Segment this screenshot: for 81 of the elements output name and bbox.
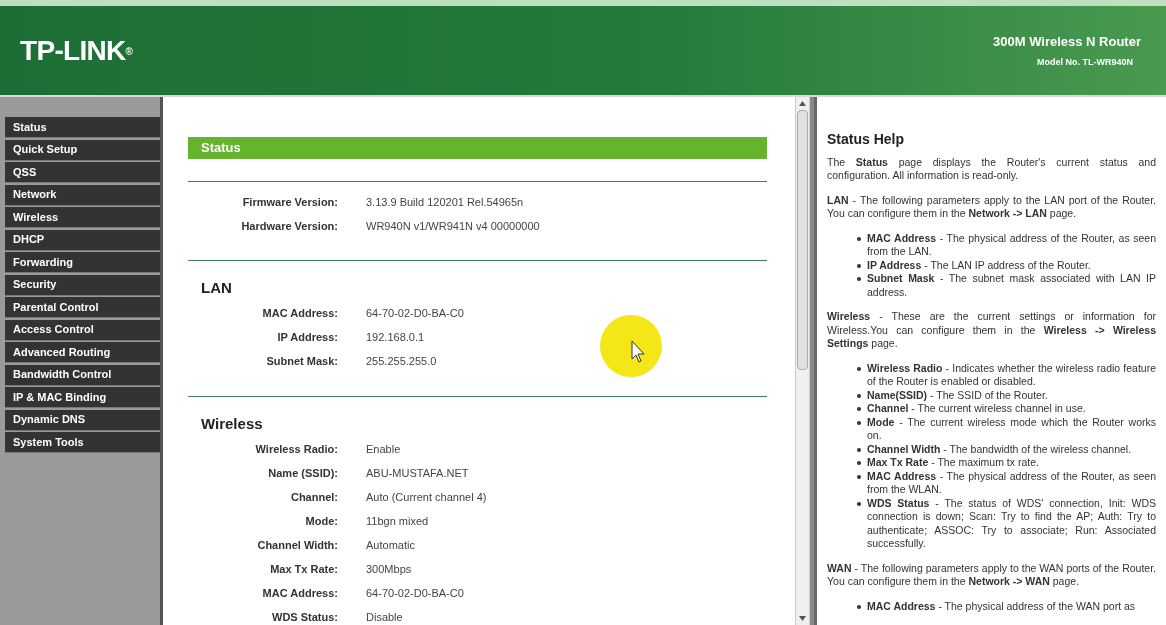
- bullet-icon: [857, 277, 861, 281]
- field-value: 255.255.255.0: [366, 354, 437, 370]
- sidebar-item[interactable]: Network: [5, 184, 160, 206]
- field-label: IP Address:: [276, 330, 338, 346]
- field-value: 300Mbps: [366, 561, 412, 577]
- field-value: Automatic: [366, 537, 415, 553]
- scroll-thumb[interactable]: [797, 110, 808, 370]
- field-value: 64-70-02-D0-BA-C0: [366, 306, 464, 322]
- field-value: Disable: [366, 609, 403, 625]
- sidebar-item[interactable]: Parental Control: [5, 297, 160, 318]
- field-value: Enable: [366, 441, 401, 457]
- sidebar-item[interactable]: System Tools: [5, 432, 160, 453]
- help-list-item: MAC Address - The physical address of the Router, as seen from the LAN.: [867, 231, 1156, 259]
- help-list-item: Wireless Radio - Indicates whether the wireless radio feature of the Router is enabled or disabled.: [867, 361, 1156, 389]
- section-heading: LAN: [200, 278, 233, 298]
- sidebar-item[interactable]: Advanced Routing: [5, 342, 160, 363]
- sidebar-item[interactable]: Dynamic DNS: [5, 409, 160, 431]
- field-label: Subnet Mask:: [265, 354, 338, 370]
- help-list-item: Channel Width - The bandwidth of the wireless channel.: [867, 442, 1132, 456]
- bullet-icon: [857, 474, 861, 479]
- bullet-icon: [857, 407, 861, 411]
- sidebar-item[interactable]: Wireless: [5, 207, 160, 228]
- help-list-item: MAC Address - The physical address of the WAN port as: [867, 599, 1136, 613]
- help-list-item: Max Tx Rate - The maximum tx rate.: [867, 456, 1039, 470]
- field-label: Hardware Version:: [240, 218, 338, 234]
- bullet-icon: [857, 263, 861, 268]
- help-list-item: Channel - The current wireless channel in use.: [867, 402, 1086, 416]
- field-value: 64-70-02-D0-BA-C0: [366, 585, 464, 601]
- help-paragraph: The Status page displays the Router's current status and configuration. All information is read-only.: [827, 155, 1156, 183]
- help-list-item: Mode - The current wireless mode which the Router works on.: [867, 415, 1156, 443]
- help-title: Status Help: [827, 133, 905, 147]
- help-paragraph: Wireless - These are the current settings or information for Wireless.You can configure them in the Wireless -> Wireless Settings page.: [827, 310, 1156, 351]
- sidebar-item[interactable]: DHCP: [5, 229, 160, 251]
- scrollbar[interactable]: [795, 97, 810, 625]
- field-value: 192.168.0.1: [366, 330, 425, 346]
- field-label: Wireless Radio:: [254, 441, 338, 457]
- section-title-bar: Status: [188, 137, 767, 159]
- help-paragraph: LAN - The following parameters apply to the LAN port of the Router. You can configure them in the Network -> LAN page.: [827, 193, 1156, 221]
- sidebar-item[interactable]: Status: [5, 117, 160, 138]
- sidebar-item[interactable]: QSS: [5, 162, 160, 183]
- sidebar-item[interactable]: Bandwidth Control: [5, 364, 160, 386]
- cursor-highlight-icon: [600, 315, 662, 377]
- bullet-icon: [857, 366, 861, 371]
- scroll-up-icon[interactable]: [799, 101, 806, 106]
- field-label: WDS Status:: [271, 609, 338, 625]
- sidebar-item[interactable]: Access Control: [5, 319, 160, 341]
- help-paragraph: WAN - The following parameters apply to the WAN ports of the Router. You can configure them in the Network -> WAN page.: [827, 561, 1156, 589]
- help-list-item: MAC Address - The physical address of the Router, as seen from the WLAN.: [867, 469, 1156, 497]
- section-heading: Wireless: [200, 413, 264, 434]
- field-value: 3.13.9 Build 120201 Rel.54965n: [366, 194, 524, 210]
- field-label: MAC Address:: [261, 585, 338, 601]
- bullet-icon: [857, 447, 861, 452]
- field-label: Max Tx Rate:: [269, 561, 338, 577]
- field-label: Channel Width:: [256, 537, 338, 553]
- help-list-item: IP Address - The LAN IP address of the Router.: [867, 258, 1091, 272]
- sidebar-item[interactable]: Quick Setup: [5, 139, 160, 161]
- field-value: ABU-MUSTAFA.NET: [366, 465, 469, 481]
- bullet-icon: [857, 236, 861, 241]
- brand-logo: TP-LINK$^{®}$: [20, 33, 133, 68]
- bullet-icon: [857, 501, 861, 506]
- bullet-icon: [857, 461, 861, 465]
- field-value: 11bgn mixed: [366, 513, 429, 529]
- field-label: Firmware Version:: [241, 194, 338, 210]
- product-name: 300M Wireless N Router: [993, 33, 1141, 51]
- field-label: Channel:: [289, 489, 338, 505]
- bullet-icon: [857, 393, 861, 398]
- sidebar-item[interactable]: IP & MAC Binding: [5, 387, 160, 408]
- help-list-item: Subnet Mask - The subnet mask associated with LAN IP address.: [867, 272, 1156, 299]
- field-label: Mode:: [304, 513, 338, 529]
- bullet-icon: [857, 420, 861, 425]
- sidebar-item[interactable]: Security: [5, 274, 160, 296]
- field-value: WR940N v1/WR941N v4 00000000: [366, 218, 540, 234]
- field-label: MAC Address:: [261, 306, 338, 322]
- model-number: Model No. TL-WR940N: [1037, 55, 1133, 69]
- field-value: Auto (Current channel 4): [366, 489, 487, 505]
- help-list-item: WDS Status - The status of WDS' connection, Init: WDS connection is down; Scan: Try to find the AP; Auth: Try to authenticate; ASSOC: Try to associate; Run: Associated successfully.: [867, 496, 1156, 551]
- help-list-item: Name(SSID) - The SSID of the Router.: [867, 388, 1048, 402]
- scroll-down-icon[interactable]: [799, 616, 806, 621]
- field-label: Name (SSID):: [267, 465, 338, 481]
- bullet-icon: [857, 604, 861, 609]
- sidebar-item[interactable]: Forwarding: [5, 252, 160, 273]
